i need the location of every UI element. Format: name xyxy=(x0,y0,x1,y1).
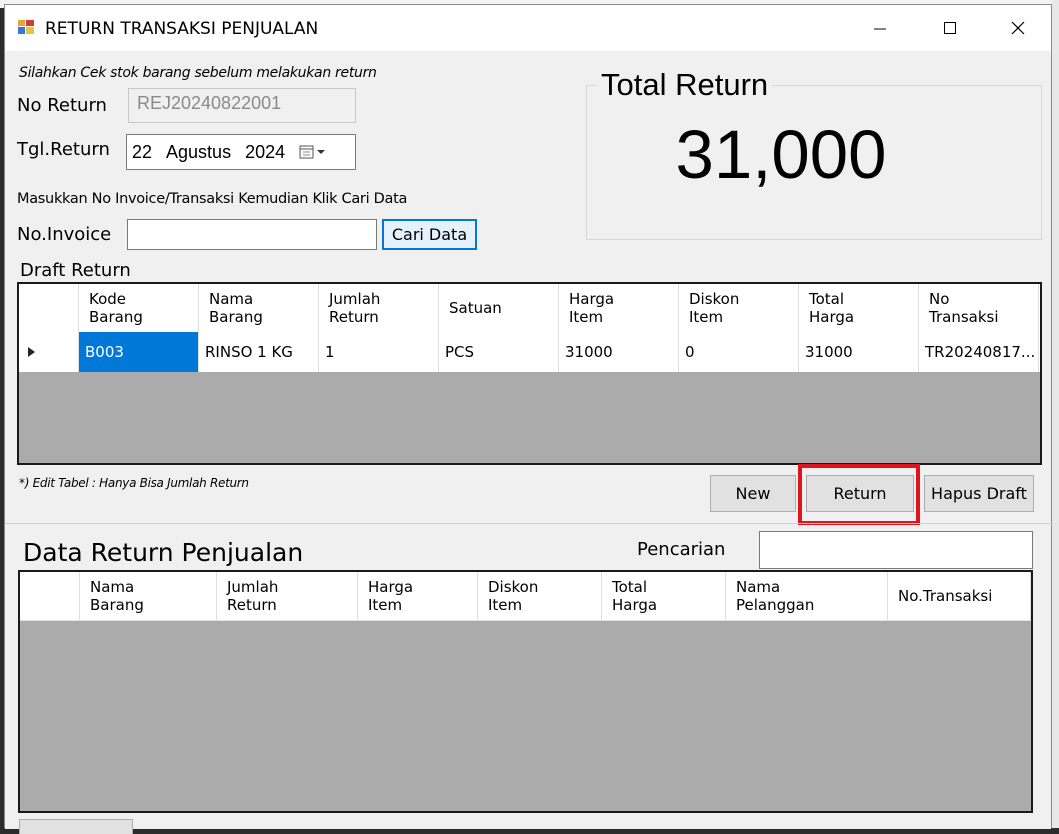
col-header-data-1[interactable]: Jumlah Return xyxy=(217,572,358,620)
edit-note: *) Edit Tabel : Hanya Bisa Jumlah Return xyxy=(19,476,249,490)
no-return-label: No Return xyxy=(17,95,107,116)
draft-grid-header: Kode Barang Nama Barang Jumlah Return Satuan Ha… xyxy=(19,284,1040,333)
date-day: 22 xyxy=(132,141,153,162)
draft-return-grid[interactable]: Kode Barang Nama Barang Jumlah Return Satuan Ha… xyxy=(17,282,1042,465)
new-button[interactable]: New xyxy=(710,475,796,512)
minimize-icon xyxy=(874,28,886,30)
close-button[interactable] xyxy=(983,5,1053,51)
search-label: Pencarian xyxy=(637,539,726,560)
cell-harga[interactable]: 31000 xyxy=(559,332,679,372)
calendar-dropdown-icon[interactable] xyxy=(299,144,329,160)
tgl-return-label: Tgl.Return xyxy=(17,139,110,160)
col-header-draft-0[interactable]: Kode Barang xyxy=(79,284,199,332)
data-return-grid[interactable]: Nama Barang Jumlah Return Harga Item Diskon Ite… xyxy=(18,570,1033,813)
return-window: RETURN TRANSAKSI PENJUALAN Silahkan Cek … xyxy=(4,4,1053,834)
col-header-draft-4[interactable]: Harga Item xyxy=(559,284,679,332)
tgl-return-datepicker[interactable]: 22 Agustus 2024 xyxy=(126,134,356,170)
background-window-edge xyxy=(1052,0,1059,828)
date-month: Agustus xyxy=(166,141,232,162)
cell-kode[interactable]: B003 xyxy=(79,332,199,372)
col-header-data-2[interactable]: Harga Item xyxy=(358,572,478,620)
search-input[interactable] xyxy=(759,531,1033,569)
data-return-title: Data Return Penjualan xyxy=(23,538,304,567)
cari-data-button[interactable]: Cari Data xyxy=(382,219,477,250)
stock-check-hint: Silahkan Cek stok barang sebelum melakuk… xyxy=(19,65,377,81)
total-return-label: Total Return xyxy=(597,67,773,103)
col-header-draft-2[interactable]: Jumlah Return xyxy=(319,284,439,332)
close-icon xyxy=(1011,21,1025,35)
app-icon xyxy=(17,19,35,35)
col-header-draft-5[interactable]: Diskon Item xyxy=(679,284,799,332)
invoice-input[interactable] xyxy=(127,219,377,250)
col-header-data-3[interactable]: Diskon Item xyxy=(478,572,602,620)
cell-satuan[interactable]: PCS xyxy=(439,332,559,372)
col-header-draft-1[interactable]: Nama Barang xyxy=(199,284,319,332)
cell-diskon[interactable]: 0 xyxy=(679,332,799,372)
col-header-data-4[interactable]: Total Harga xyxy=(602,572,726,620)
window-title: RETURN TRANSAKSI PENJUALAN xyxy=(45,19,319,39)
cell-nama[interactable]: RINSO 1 KG xyxy=(199,332,319,372)
row-pointer-icon xyxy=(28,347,35,357)
no-return-field[interactable]: REJ20240822001 xyxy=(128,88,356,123)
date-year: 2024 xyxy=(245,141,286,162)
row-header-corner xyxy=(19,284,79,332)
hapus-draft-button[interactable]: Hapus Draft xyxy=(924,475,1034,512)
bottom-button-edge[interactable] xyxy=(19,819,133,834)
maximize-icon xyxy=(944,22,956,34)
form-client-area: Silahkan Cek stok barang sebelum melakuk… xyxy=(5,51,1053,834)
col-header-data-0[interactable]: Nama Barang xyxy=(80,572,217,620)
col-header-draft-6[interactable]: Total Harga xyxy=(799,284,919,332)
data-grid-header: Nama Barang Jumlah Return Harga Item Diskon Ite… xyxy=(20,572,1031,621)
col-header-draft-7[interactable]: No Transaksi xyxy=(919,284,1039,332)
col-header-data-5[interactable]: Nama Pelanggan xyxy=(726,572,888,620)
invoice-label: No.Invoice xyxy=(17,224,112,245)
cell-total[interactable]: 31000 xyxy=(799,332,919,372)
title-bar: RETURN TRANSAKSI PENJUALAN xyxy=(5,5,1051,51)
return-highlight-box xyxy=(798,464,920,525)
draft-return-label: Draft Return xyxy=(20,260,131,281)
col-header-data-6[interactable]: No.Transaksi xyxy=(888,572,1031,620)
row-header-corner xyxy=(20,572,80,620)
section-divider xyxy=(5,523,1053,524)
minimize-button[interactable] xyxy=(845,5,915,51)
invoice-hint: Masukkan No Invoice/Transaksi Kemudian K… xyxy=(17,191,408,207)
cell-jumlah[interactable]: 1 xyxy=(319,332,439,372)
maximize-button[interactable] xyxy=(915,5,985,51)
table-row[interactable]: B003 RINSO 1 KG 1 PCS 31000 0 31000 TR20240817.… xyxy=(19,332,1040,372)
row-selector[interactable] xyxy=(19,332,79,372)
col-header-draft-3[interactable]: Satuan xyxy=(439,284,559,332)
total-return-value: 31,000 xyxy=(675,116,887,193)
cell-no[interactable]: TR20240817... xyxy=(919,332,1039,372)
